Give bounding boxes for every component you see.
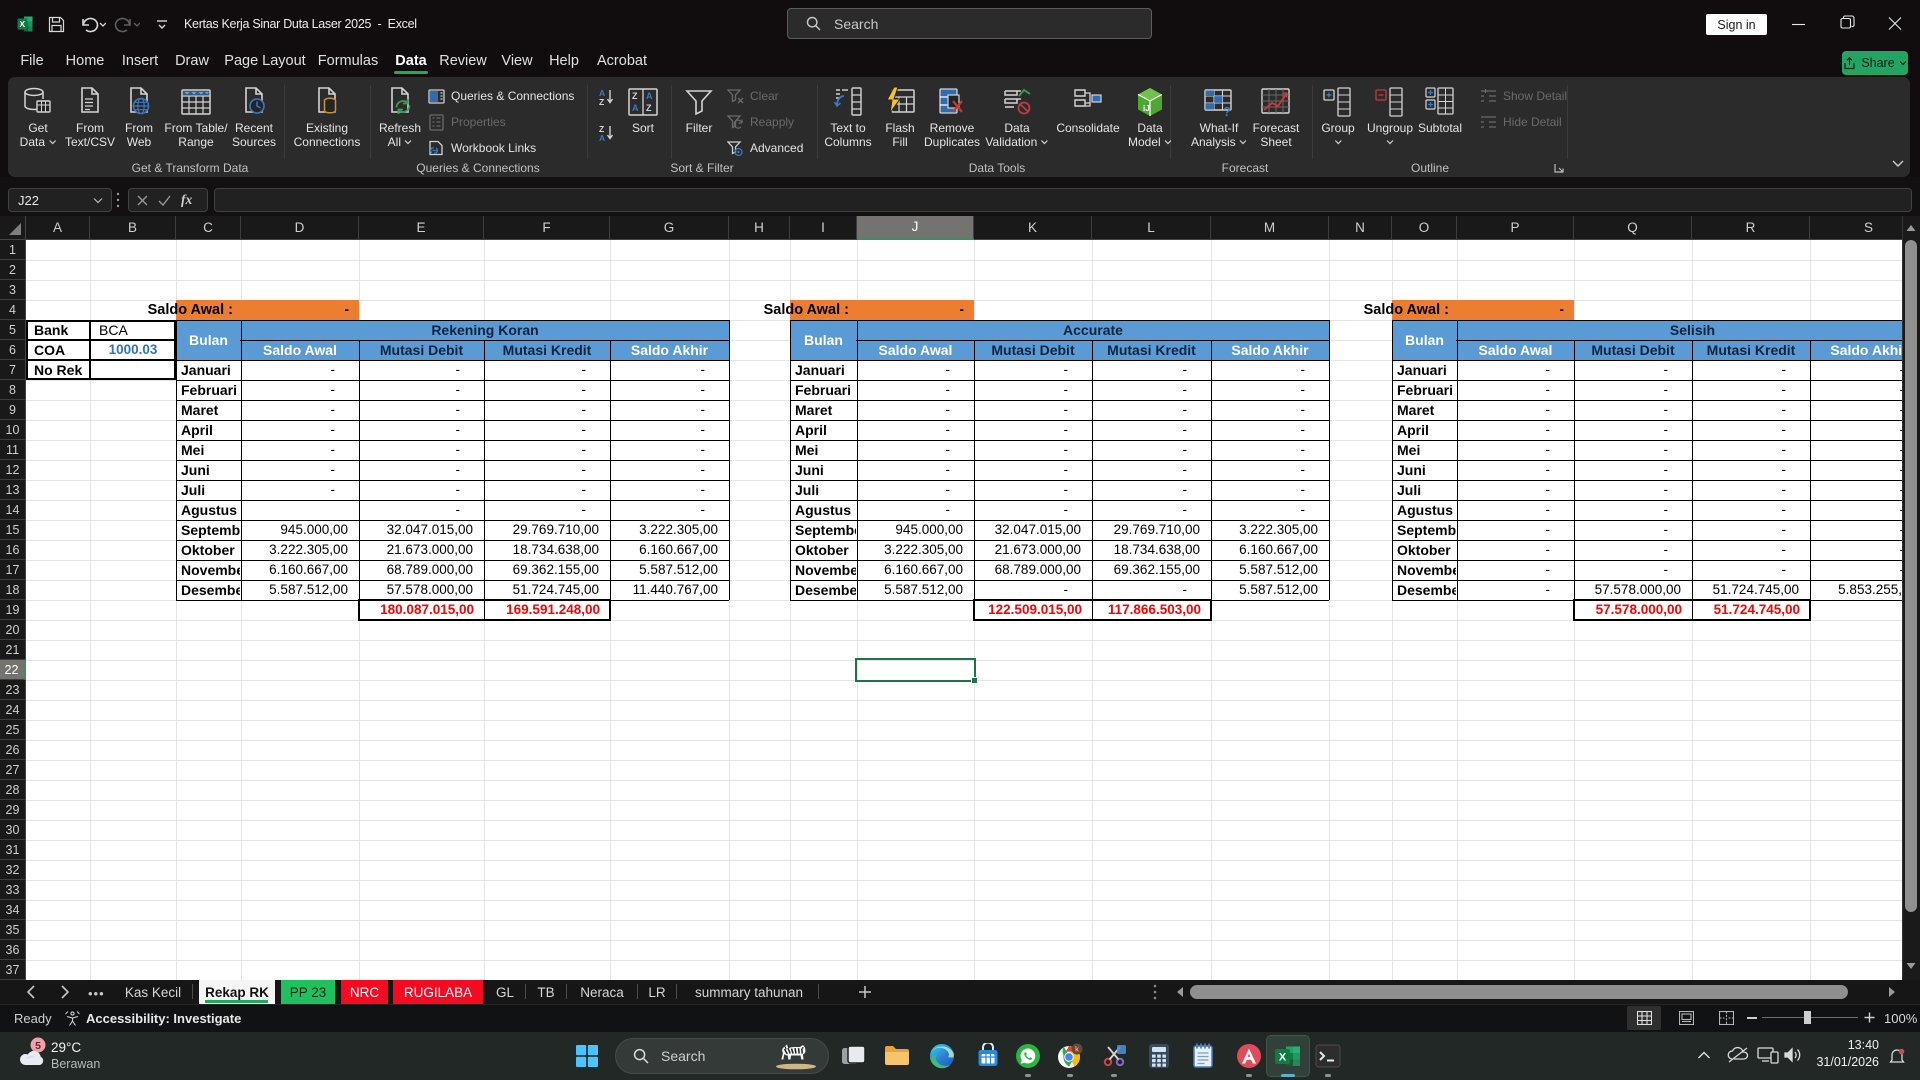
svg-text:A: A: [599, 133, 605, 142]
svg-text:?: ?: [1223, 104, 1231, 118]
svg-text:X: X: [19, 19, 25, 29]
svg-text:A: A: [646, 91, 653, 101]
svg-text:5: 5: [35, 1040, 41, 1052]
svg-text:Z: Z: [632, 91, 638, 101]
svg-text:iJ: iJ: [1143, 104, 1150, 113]
svg-text:Z: Z: [599, 97, 604, 106]
svg-text:A: A: [632, 103, 639, 113]
svg-text:Z: Z: [646, 103, 652, 113]
svg-text:X: X: [1279, 1052, 1287, 1064]
svg-text:k: k: [1075, 1045, 1079, 1054]
